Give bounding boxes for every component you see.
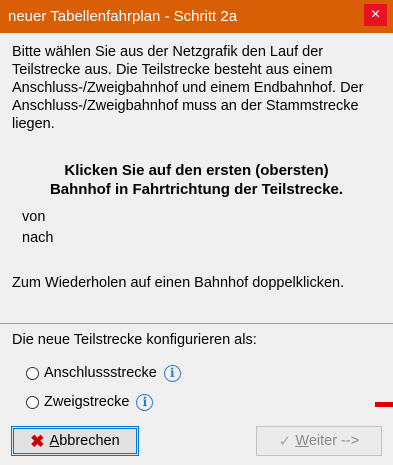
red-marker xyxy=(375,402,393,407)
dialog-body: Bitte wählen Sie aus der Netzgrafik den … xyxy=(0,33,393,465)
info-icon[interactable]: i xyxy=(136,393,154,411)
repeat-hint: Zum Wiederholen auf einen Bahnhof doppel… xyxy=(12,275,345,291)
divider xyxy=(0,323,393,324)
anschlussstrecke-radio[interactable] xyxy=(26,366,39,380)
next-label: Weiter --> xyxy=(295,433,360,449)
option-anschlussstrecke[interactable]: Anschlussstrecke i xyxy=(26,363,181,383)
x-icon: ✖ xyxy=(30,431,45,451)
close-button[interactable]: × xyxy=(364,4,387,26)
info-icon[interactable]: i xyxy=(163,364,181,382)
cancel-button[interactable]: ✖ Abbrechen xyxy=(11,426,139,456)
intro-text: Bitte wählen Sie aus der Netzgrafik den … xyxy=(12,44,364,132)
next-button[interactable]: ✓ Weiter --> xyxy=(256,426,382,456)
instruction-line-1: Klicken Sie auf den ersten (obersten) xyxy=(64,162,329,179)
von-label: von xyxy=(22,209,46,225)
cancel-label: Abbrechen xyxy=(49,433,120,449)
option-zweigstrecke[interactable]: Zweigstrecke i xyxy=(26,392,154,412)
window-title: neuer Tabellenfahrplan - Schritt 2a xyxy=(8,8,238,25)
configure-label: Die neue Teilstrecke konfigurieren als: xyxy=(12,332,257,348)
instruction-line-2: Bahnhof in Fahrtrichtung der Teilstrecke… xyxy=(49,181,344,198)
anschlussstrecke-label[interactable]: Anschlussstrecke xyxy=(44,365,157,381)
zweigstrecke-label[interactable]: Zweigstrecke xyxy=(44,394,129,410)
checkmark-icon: ✓ xyxy=(278,433,292,450)
instruction-text: Klicken Sie auf den ersten (obersten) Ba… xyxy=(0,161,393,199)
zweigstrecke-radio[interactable] xyxy=(26,395,39,409)
nach-label: nach xyxy=(22,230,54,246)
title-bar: neuer Tabellenfahrplan - Schritt 2a × xyxy=(0,0,393,33)
